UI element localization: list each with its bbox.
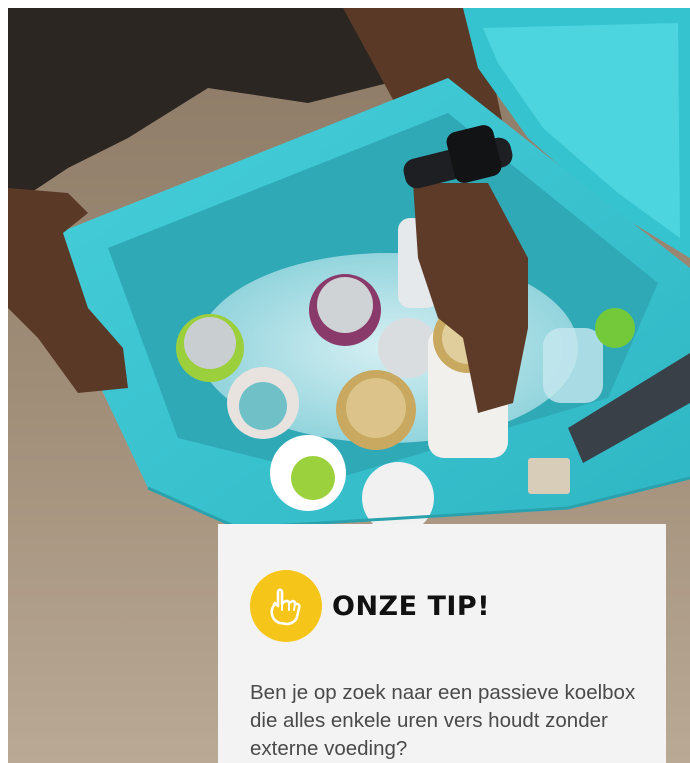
- tip-card: ONZE TIP! Ben je op zoek naar een passie…: [218, 524, 666, 763]
- tip-header: ONZE TIP!: [250, 570, 490, 642]
- pointing-hand-icon: [250, 570, 322, 642]
- tip-title: ONZE TIP!: [332, 590, 491, 622]
- tip-description: Ben je op zoek naar een passieve koelbox…: [250, 681, 636, 760]
